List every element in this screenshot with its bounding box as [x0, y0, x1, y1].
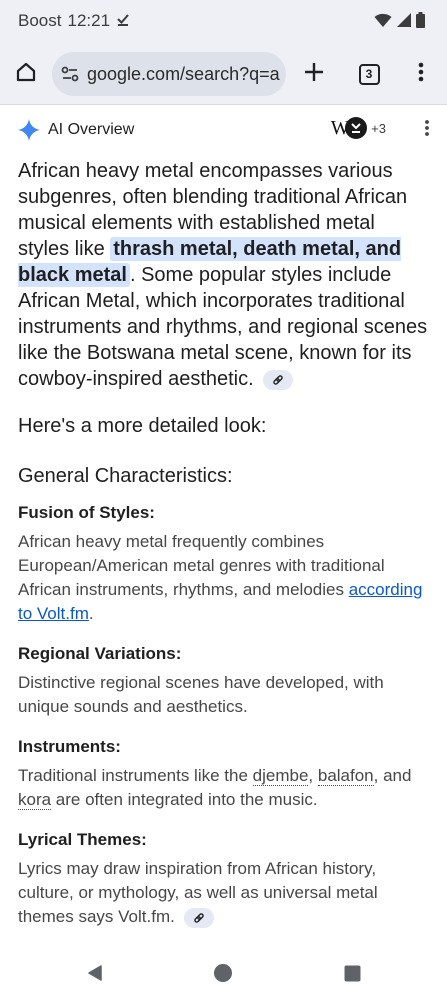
gemini-sparkle-icon — [18, 119, 40, 141]
carrier-name: Boost — [18, 11, 62, 30]
url-text[interactable]: google.com/search?q=a — [87, 64, 280, 85]
section-body: Traditional instruments like the djembe,… — [18, 764, 430, 812]
instruments-text-start: Traditional instruments like the — [18, 766, 253, 785]
general-characteristics-heading: General Characteristics: — [18, 465, 233, 487]
download-done-icon — [116, 11, 130, 31]
system-navigation-bar — [0, 945, 447, 1000]
more-vert-icon — [418, 62, 424, 87]
section-title: Fusion of Styles: — [18, 503, 155, 522]
browser-menu-button[interactable] — [406, 58, 436, 90]
clock: 12:21 — [67, 11, 111, 30]
detailed-look-intro: Here's a more detailed look: — [18, 415, 267, 437]
citation-link-chip[interactable] — [183, 907, 214, 928]
link-icon — [272, 374, 284, 386]
cell-signal-icon — [397, 13, 411, 32]
section-fusion-of-styles: Fusion of Styles: African heavy metal fr… — [18, 503, 430, 626]
link-icon — [193, 912, 205, 924]
tab-switcher-button[interactable]: 3 — [353, 58, 385, 90]
source-avatar-dark — [345, 117, 368, 139]
ai-overview-header: AI Overview W +3 — [18, 117, 430, 143]
term-kora[interactable]: kora — [18, 790, 52, 810]
ai-overview-menu-button[interactable] — [424, 119, 430, 142]
instruments-sep-2: , and — [373, 766, 412, 785]
home-button[interactable] — [10, 58, 42, 90]
section-instruments: Instruments: Traditional instruments lik… — [18, 737, 430, 812]
section-regional-variations: Regional Variations: Distinctive regiona… — [18, 644, 430, 719]
status-left: Boost 12:21 — [18, 11, 130, 31]
recents-square-icon — [344, 965, 361, 982]
back-triangle-icon — [86, 964, 104, 982]
omnibox[interactable]: google.com/search?q=a — [52, 52, 286, 96]
ai-summary-paragraph: African heavy metal encompasses various … — [18, 158, 430, 392]
nav-back-button[interactable] — [80, 961, 110, 985]
instruments-sep-1: , — [308, 766, 318, 785]
section-title: Lyrical Themes: — [18, 830, 147, 849]
plus-icon — [304, 62, 324, 87]
term-djembe[interactable]: djembe — [252, 766, 309, 786]
search-results-content: AI Overview W +3 African heavy metal enc… — [0, 105, 447, 945]
term-balafon[interactable]: balafon — [317, 766, 374, 786]
browser-toolbar: google.com/search?q=a 3 — [0, 44, 447, 105]
home-icon — [15, 61, 37, 88]
site-settings-icon[interactable] — [61, 65, 79, 83]
nav-home-button[interactable] — [208, 961, 238, 985]
source-avatars[interactable]: W +3 — [329, 117, 386, 139]
status-right — [374, 12, 425, 33]
section-title: Instruments: — [18, 737, 121, 756]
citation-link-chip[interactable] — [263, 369, 294, 390]
section-body: Lyrics may draw inspiration from African… — [18, 857, 430, 929]
home-circle-icon — [213, 963, 233, 983]
section-body: African heavy metal frequently combines … — [18, 530, 430, 626]
section-body: Distinctive regional scenes have develop… — [18, 673, 384, 716]
battery-icon — [416, 12, 425, 33]
tab-count: 3 — [365, 67, 373, 81]
tab-count-badge: 3 — [358, 63, 380, 85]
wifi-icon — [374, 13, 392, 33]
section-title: Regional Variations: — [18, 644, 182, 663]
status-bar: Boost 12:21 — [0, 0, 447, 44]
section-lyrical-themes: Lyrical Themes: Lyrics may draw inspirat… — [18, 830, 430, 929]
ai-overview-title: AI Overview — [48, 121, 135, 138]
nav-recents-button[interactable] — [337, 961, 367, 985]
section-body-tail: . — [88, 604, 94, 623]
new-tab-button[interactable] — [298, 58, 330, 90]
section-body-text: African heavy metal frequently combines … — [18, 532, 385, 599]
instruments-text-end: are often integrated into the music. — [51, 790, 318, 809]
source-count: +3 — [371, 120, 386, 136]
